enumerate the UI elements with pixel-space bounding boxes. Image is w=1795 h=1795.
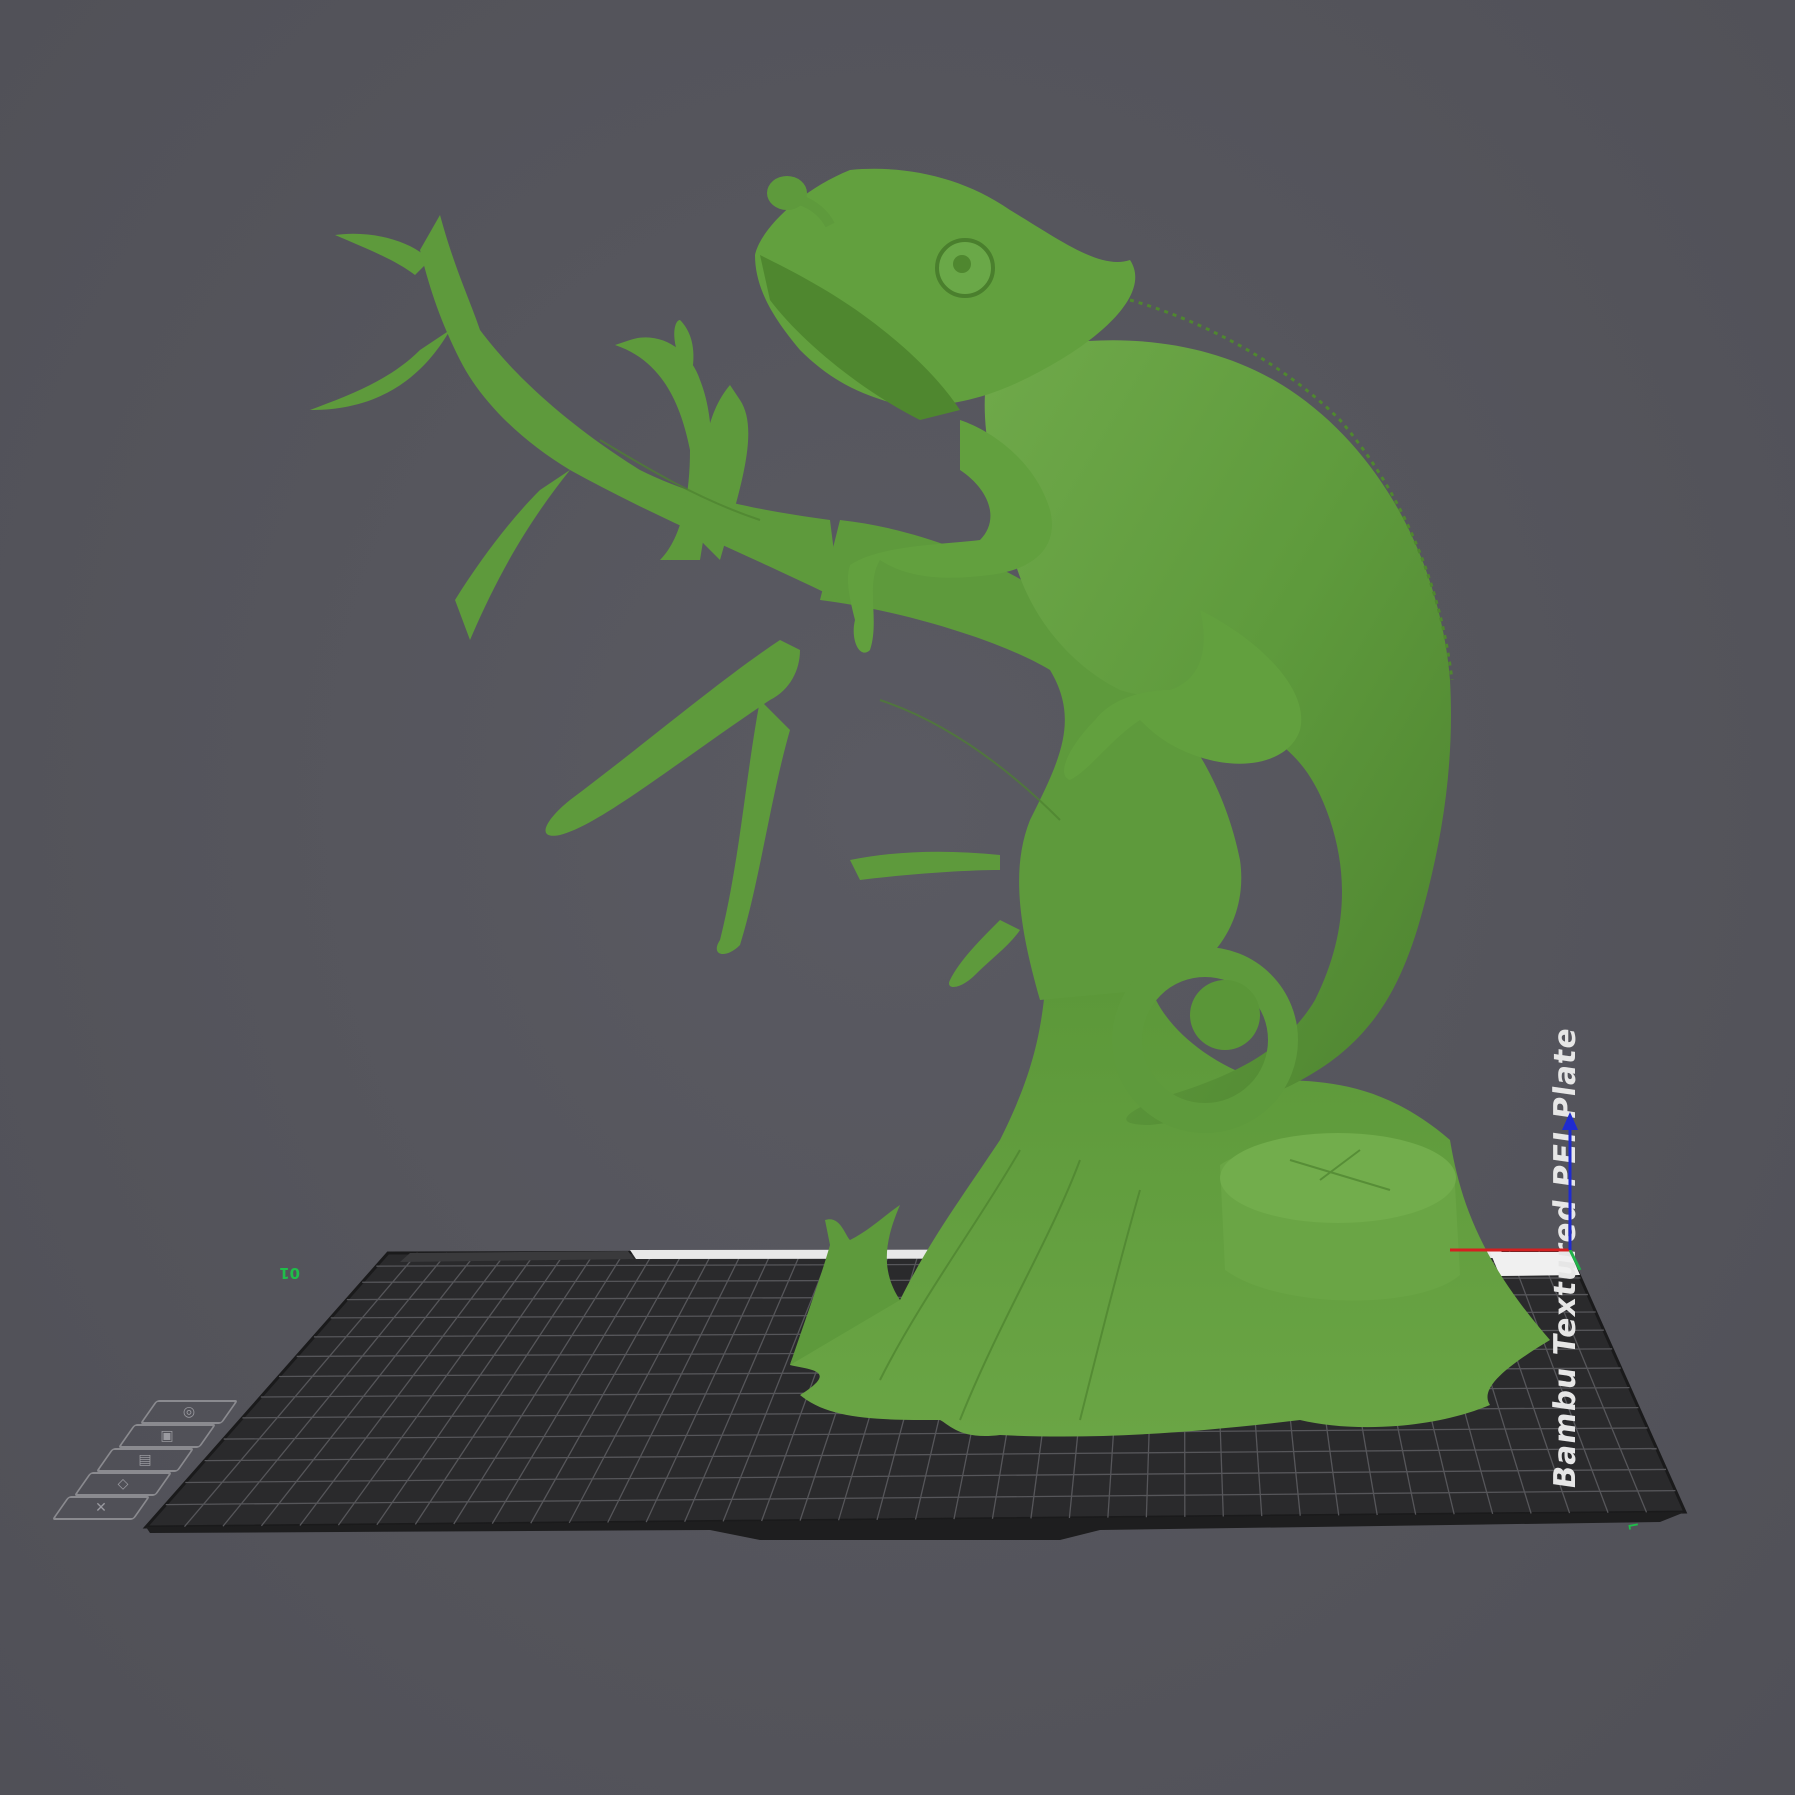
view-iso-icon: ◎: [182, 1404, 196, 1420]
view-button[interactable]: ✕: [51, 1496, 151, 1520]
view-button[interactable]: ◇: [73, 1472, 173, 1496]
view-side-icon: ◇: [117, 1476, 129, 1492]
model-branch-small: [850, 851, 1000, 880]
view-button[interactable]: ▣: [117, 1424, 217, 1448]
scene-canvas[interactable]: Bambu Textured PEI Plate 01 ⌐: [0, 0, 1795, 1795]
model-branch-fork-c: [455, 470, 570, 640]
model-branch-fork-a: [335, 233, 430, 275]
3d-model-chameleon[interactable]: [310, 168, 1550, 1437]
model-branch-lower-down: [716, 700, 790, 955]
3d-viewport[interactable]: Bambu Textured PEI Plate 01 ⌐ ◎ ▣ ▤ ◇ ✕: [0, 0, 1795, 1795]
view-close-icon: ✕: [95, 1500, 107, 1516]
model-branch-upper: [615, 337, 712, 560]
view-button[interactable]: ◎: [139, 1400, 239, 1424]
model-stump-top: [1220, 1133, 1456, 1223]
model-branch-fork-b: [310, 330, 450, 410]
view-front-icon: ▤: [138, 1452, 152, 1468]
plate-number: 01: [279, 1264, 300, 1282]
view-top-icon: ▣: [160, 1428, 174, 1444]
plate-label: Bambu Textured PEI Plate: [1548, 1025, 1583, 1491]
model-branch-small-2: [949, 920, 1020, 987]
view-button[interactable]: ▤: [95, 1448, 195, 1472]
